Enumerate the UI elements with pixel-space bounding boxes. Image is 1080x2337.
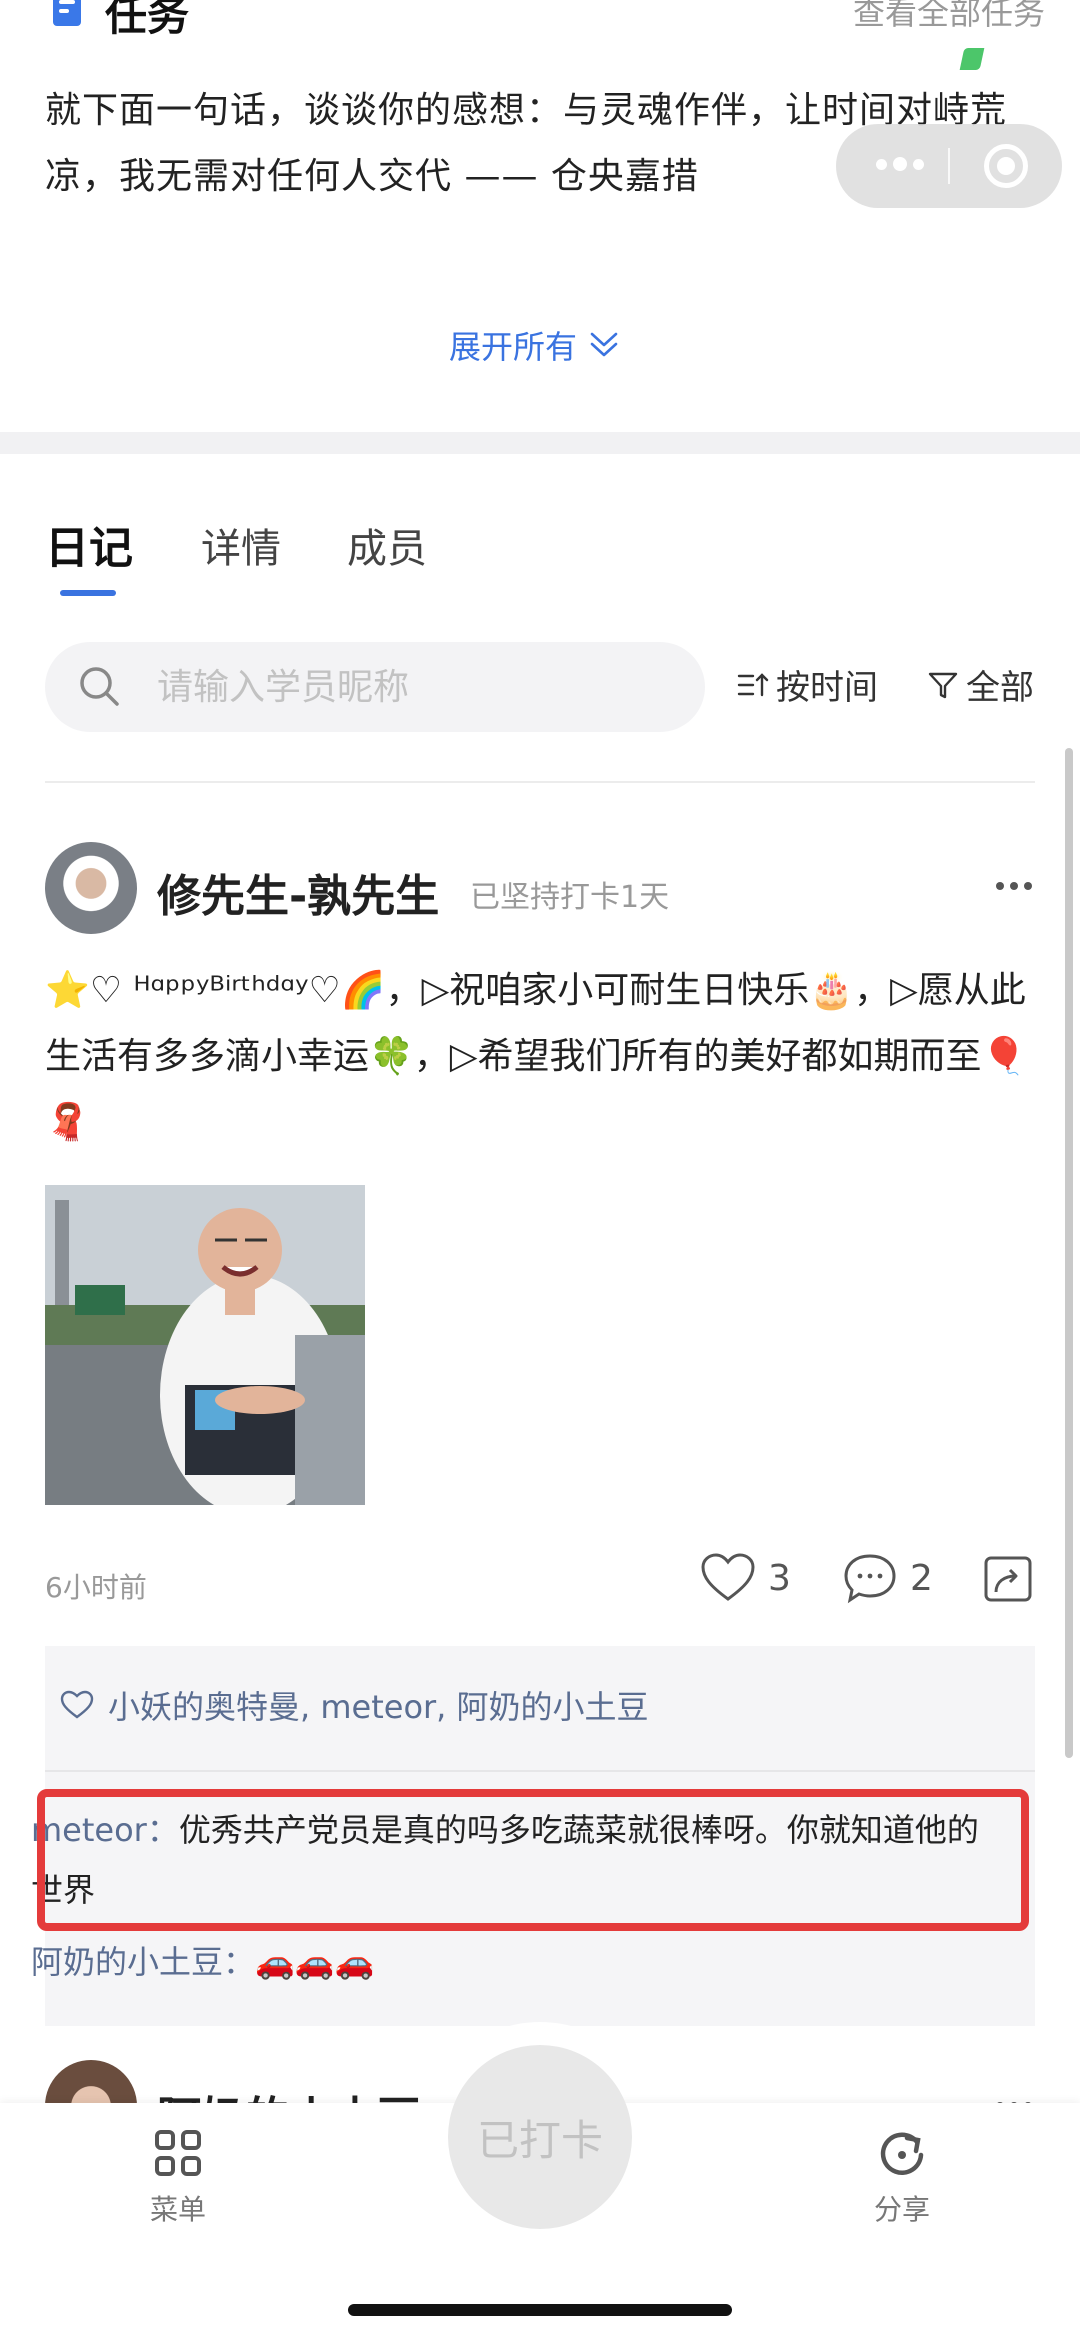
comment-text: 🚗🚗🚗 xyxy=(255,1943,375,1981)
post-text: ⭐♡ ᴴᵅᵖᵖʸᴮⁱʳᵗʰᵈᵅʸ♡🌈，▷祝咱家小可耐生日快乐🎂，▷愿从此生活有多… xyxy=(45,970,1027,1143)
likers-names[interactable]: 小妖的奥特曼, meteor, 阿奶的小土豆 xyxy=(108,1682,649,1728)
streak-badge: 已坚持打卡1天 xyxy=(470,880,670,915)
filter-icon xyxy=(928,672,958,698)
comment-count: 2 xyxy=(910,1557,933,1599)
miniprogram-capsule xyxy=(836,124,1062,208)
nav-menu-label: 菜单 xyxy=(149,2193,206,2226)
post-photo[interactable] xyxy=(45,1185,365,1505)
list-divider xyxy=(45,781,1035,783)
comment-item[interactable]: 阿奶的小土豆：🚗🚗🚗 xyxy=(31,1932,375,1992)
filter-button[interactable]: 全部 xyxy=(926,660,1034,709)
share-card-icon[interactable] xyxy=(982,1552,1034,1604)
view-all-tasks-link[interactable]: 查看全部任务 xyxy=(853,0,1045,34)
comment-author[interactable]: 阿奶的小土豆： xyxy=(31,1943,255,1981)
share-refresh-icon xyxy=(880,2132,924,2175)
capsule-divider xyxy=(948,148,950,184)
task-header: 任务 查看全部任务 xyxy=(45,0,1045,48)
filter-label: 全部 xyxy=(966,668,1034,708)
highlight-box xyxy=(37,1789,1029,1931)
scrollbar[interactable] xyxy=(1065,748,1073,1758)
search-icon xyxy=(80,667,119,706)
post-username[interactable]: 修先生-孰先生 xyxy=(157,860,439,924)
heart-icon xyxy=(701,1553,755,1601)
grid-menu-icon xyxy=(155,2130,201,2176)
active-tab-indicator xyxy=(60,590,116,596)
comment-bubble-icon xyxy=(844,1554,896,1604)
likers-list: 小妖的奥特曼, meteor, 阿奶的小土豆 xyxy=(60,1682,649,1728)
nav-share-label: 分享 xyxy=(873,2193,930,2226)
nav-share[interactable]: 分享 xyxy=(842,2128,962,2228)
post-time: 6小时前 xyxy=(45,1571,147,1604)
like-count: 3 xyxy=(768,1557,791,1599)
panel-divider xyxy=(45,1770,1035,1772)
sort-by-time-button[interactable]: 按时间 xyxy=(736,660,878,709)
tab-diary[interactable]: 日记 xyxy=(45,512,133,576)
task-title: 任务 xyxy=(105,0,190,40)
sort-label: 按时间 xyxy=(776,668,878,708)
tab-members[interactable]: 成员 xyxy=(347,516,427,574)
more-options-icon[interactable] xyxy=(996,880,1032,892)
avatar[interactable] xyxy=(45,842,137,934)
comment-button[interactable]: 2 xyxy=(842,1552,933,1604)
heart-outline-icon xyxy=(60,1690,94,1719)
more-dots-icon[interactable] xyxy=(876,157,924,175)
section-divider xyxy=(0,432,1080,454)
green-tag-icon xyxy=(959,48,985,70)
home-indicator xyxy=(348,2304,732,2316)
search-input[interactable] xyxy=(157,642,677,732)
close-target-icon[interactable] xyxy=(984,144,1028,188)
search-bar[interactable] xyxy=(45,642,705,732)
tab-details[interactable]: 详情 xyxy=(201,516,281,574)
expand-all-button[interactable]: 展开所有 xyxy=(449,322,621,368)
double-chevron-down-icon xyxy=(590,332,618,357)
post-photo-illustration xyxy=(45,1185,365,1505)
expand-all-label: 展开所有 xyxy=(449,328,578,366)
sort-icon xyxy=(737,672,769,696)
like-button[interactable]: 3 xyxy=(700,1552,791,1604)
nav-menu[interactable]: 菜单 xyxy=(118,2128,238,2228)
document-icon xyxy=(53,0,81,26)
checkin-button[interactable]: 已打卡 xyxy=(448,2045,632,2229)
